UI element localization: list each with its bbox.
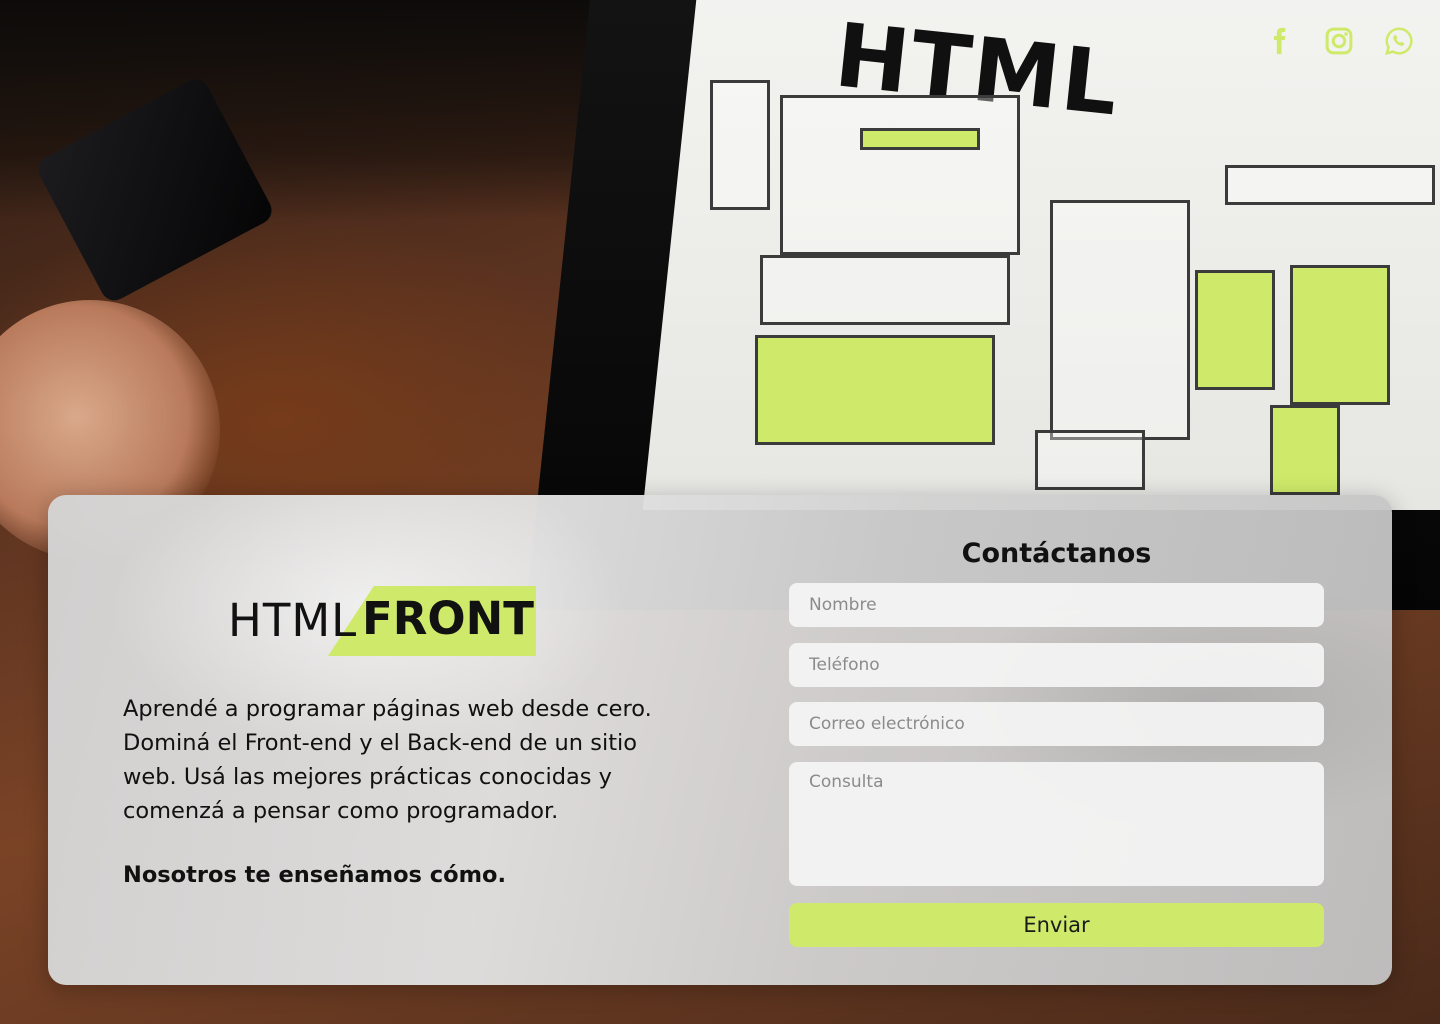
brand-logo: HTML FRONT <box>228 586 538 656</box>
intro-paragraph: Aprendé a programar páginas web desde ce… <box>123 696 652 824</box>
logo-text-front: FRONT <box>362 592 535 645</box>
whatsapp-icon[interactable] <box>1384 26 1414 56</box>
tagline: Nosotros te enseñamos cómo. <box>123 862 507 888</box>
logo-text-html: HTML <box>228 594 358 647</box>
instagram-icon[interactable] <box>1324 26 1354 56</box>
social-links <box>1264 26 1414 56</box>
form-title: Contáctanos <box>961 538 1152 569</box>
message-field[interactable] <box>789 762 1324 886</box>
phone-field[interactable] <box>789 643 1324 687</box>
submit-button[interactable]: Enviar <box>789 903 1324 947</box>
name-field[interactable] <box>789 583 1324 627</box>
facebook-icon[interactable] <box>1264 26 1294 56</box>
email-field[interactable] <box>789 702 1324 746</box>
